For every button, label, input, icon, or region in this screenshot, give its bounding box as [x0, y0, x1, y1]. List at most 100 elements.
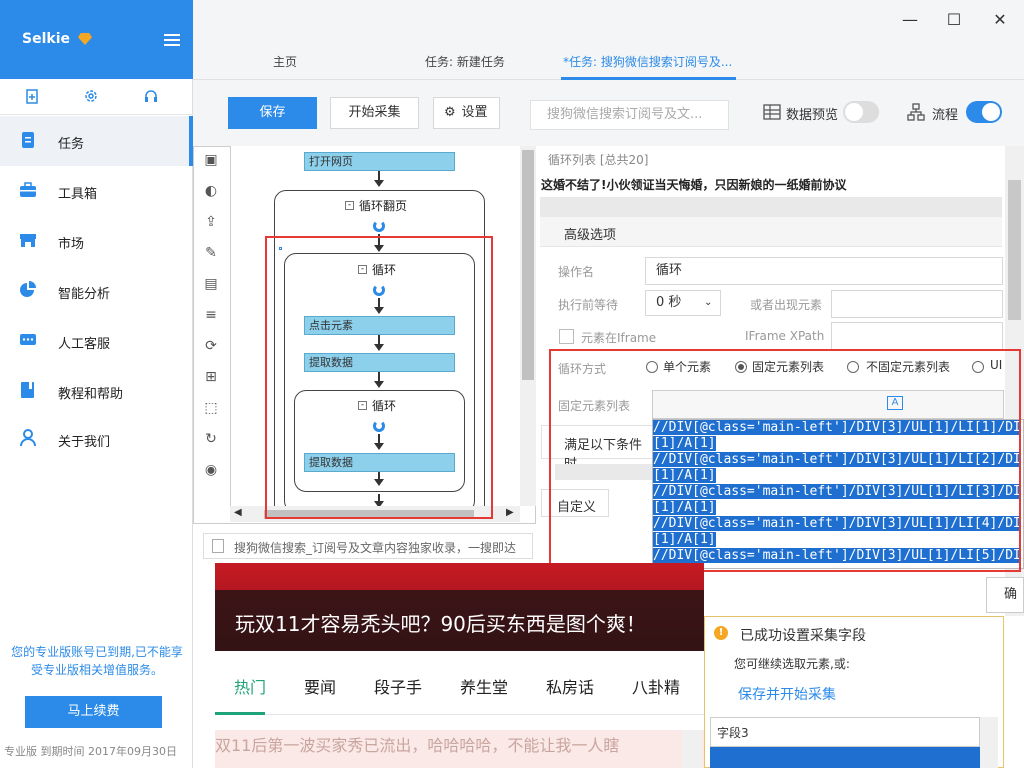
page-icon [212, 539, 224, 553]
loop-list-title: 循环列表 [总共20] [548, 153, 649, 167]
category-tab[interactable]: 私房话 [546, 674, 594, 698]
tip-title: 已成功设置采集字段 [740, 628, 866, 644]
tab-home[interactable]: 主页 [273, 53, 297, 70]
flow-toggle[interactable] [966, 101, 1002, 123]
web-scrollbar[interactable] [682, 730, 702, 768]
stop-tool-icon[interactable]: ◉ [201, 460, 221, 480]
cursor-tool-icon[interactable]: ⬚ [201, 398, 221, 418]
tab-new-task[interactable]: 任务: 新建任务 [425, 53, 505, 70]
click-tool-icon[interactable]: ◐ [201, 181, 221, 201]
sidebar-item-market[interactable]: 市场 [0, 216, 193, 266]
list-tool-icon[interactable]: ≡ [201, 305, 221, 325]
export-tool-icon[interactable]: ⇪ [201, 212, 221, 232]
hamburger-menu-icon[interactable] [164, 34, 180, 46]
start-collect-button[interactable]: 开始采集 [330, 97, 419, 129]
wait-select[interactable]: 0 秒 ⌄ [645, 290, 721, 316]
expiry-notice: 您的专业版账号已到期,已不能享受专业版相关增值服务。 [11, 645, 183, 677]
sidebar-item-about[interactable]: 关于我们 [0, 414, 193, 464]
close-icon[interactable]: ✕ [990, 10, 1010, 30]
sidebar-item-toolbox[interactable]: 工具箱 [0, 166, 193, 216]
quick-icons [0, 80, 193, 115]
category-tab[interactable]: 要闻 [304, 674, 336, 698]
flow-step-open-page[interactable]: 打开网页 [304, 152, 455, 171]
renew-button[interactable]: 马上续费 [25, 696, 162, 728]
scroll-left-icon[interactable]: ◀ [234, 507, 242, 518]
category-tab[interactable]: 段子手 [374, 674, 422, 698]
sidebar-item-label: 关于我们 [58, 435, 111, 450]
settings-label: 设置 [461, 105, 488, 120]
hero-title[interactable]: 玩双11才容易秃头吧？90后买东西是图个爽！ [235, 608, 646, 637]
input-text-tool-icon[interactable]: ✎ [201, 243, 221, 263]
headset-icon[interactable] [141, 88, 161, 106]
or-appear-input[interactable] [831, 290, 1003, 318]
flow-arrow [374, 171, 384, 187]
settings-button[interactable]: ⚙ 设置 [433, 97, 500, 129]
brand-name: Selkie [22, 31, 70, 47]
sidebar-item-analysis[interactable]: 智能分析 [0, 266, 193, 316]
flow-tree-icon [907, 103, 925, 121]
sidebar-item-support[interactable]: 人工客服 [0, 316, 193, 366]
brand-header: Selkie [0, 0, 193, 79]
sidebar-item-label: 人工客服 [58, 337, 111, 352]
category-tab[interactable]: 八卦精 [632, 674, 680, 698]
sidebar-item-label: 工具箱 [58, 187, 98, 202]
book-icon [19, 381, 37, 399]
field-list-item-selected[interactable] [710, 747, 980, 768]
sidebar-item-help[interactable]: 教程和帮助 [0, 366, 193, 416]
version-footer: 专业版 到期时间 2017年09月30日 [4, 745, 177, 758]
or-appear-label: 或者出现元素 [750, 298, 823, 312]
category-tab[interactable]: 热门 [234, 674, 266, 698]
scroll-right-icon[interactable]: ▶ [506, 507, 514, 518]
flow-label: 流程 [932, 108, 959, 123]
task-name-field[interactable]: 搜狗微信搜索订阅号及文... [530, 100, 729, 130]
open-page-tool-icon[interactable]: ▣ [201, 150, 221, 170]
wait-label: 执行前等待 [558, 298, 619, 312]
field-list-scrollbar[interactable] [980, 717, 998, 768]
op-name-label: 操作名 [558, 265, 595, 279]
loop-page-title: 循环翻页 [359, 199, 408, 213]
minimize-icon[interactable]: — [900, 10, 920, 30]
settings-gear-icon[interactable] [81, 88, 101, 106]
news-headline[interactable]: 双11后第一波买家秀已流出，哈哈哈哈，不能让我一人瞎 [215, 730, 704, 768]
iframe-label: 元素在Iframe [581, 331, 657, 345]
flow-tools-column: ▣ ◐ ⇪ ✎ ▤ ≡ ⟳ ⊞ ⬚ ↻ ◉ [197, 150, 225, 490]
sidebar-item-tasks[interactable]: 任务 [0, 116, 193, 166]
save-and-start-link[interactable]: 保存并开始采集 [738, 684, 836, 704]
category-tab[interactable]: 养生堂 [460, 674, 508, 698]
task-doc-icon [19, 131, 37, 149]
captcha-tool-icon[interactable]: ▤ [201, 274, 221, 294]
highlight-box-flow [265, 236, 493, 519]
confirm-button[interactable]: 确定 [986, 577, 1024, 613]
data-preview-toggle[interactable] [843, 101, 879, 123]
gear-icon: ⚙ [444, 105, 456, 120]
flow-vertical-scrollbar[interactable] [520, 146, 536, 506]
data-preview-label: 数据预览 [786, 108, 839, 123]
collapse-icon[interactable]: - [345, 201, 354, 210]
field-list-item[interactable]: 字段3 [710, 717, 980, 747]
list-scrollbar[interactable] [540, 197, 1002, 217]
sidebar-item-label: 智能分析 [58, 287, 111, 302]
advanced-section-header[interactable]: 高级选项 [540, 217, 1002, 247]
sidebar-item-label: 教程和帮助 [58, 387, 124, 402]
field-name: 字段3 [717, 726, 749, 740]
loop-tool-icon[interactable]: ⟳ [201, 336, 221, 356]
iframe-checkbox[interactable] [559, 329, 574, 344]
new-task-icon[interactable] [22, 88, 42, 106]
tab-current-task[interactable]: *任务: 搜狗微信搜索订阅号及... [563, 53, 732, 70]
category-active-indicator [215, 712, 265, 715]
op-name-input[interactable]: 循环 [645, 257, 1003, 285]
branch-tool-icon[interactable]: ⊞ [201, 367, 221, 387]
iframe-xpath-label: IFrame XPath [745, 329, 825, 343]
iframe-xpath-input[interactable] [831, 322, 1003, 350]
save-button[interactable]: 保存 [228, 97, 317, 129]
loop-icon [373, 220, 385, 232]
loop-list-item[interactable]: 这婚不结了!小伙领证当天悔婚，只因新娘的一纸婚前协议 [541, 176, 846, 193]
table-icon [763, 104, 781, 120]
maximize-icon[interactable]: ☐ [944, 10, 964, 30]
tip-subtitle: 您可继续选取元素,或: [734, 657, 850, 671]
page-title: 搜狗微信搜索_订阅号及文章内容独家收录，一搜即达 [234, 541, 517, 555]
chevron-down-icon: ⌄ [704, 297, 713, 308]
highlight-box-loop-settings [549, 349, 1021, 572]
refresh-tool-icon[interactable]: ↻ [201, 429, 221, 449]
toolbox-icon [19, 181, 37, 199]
